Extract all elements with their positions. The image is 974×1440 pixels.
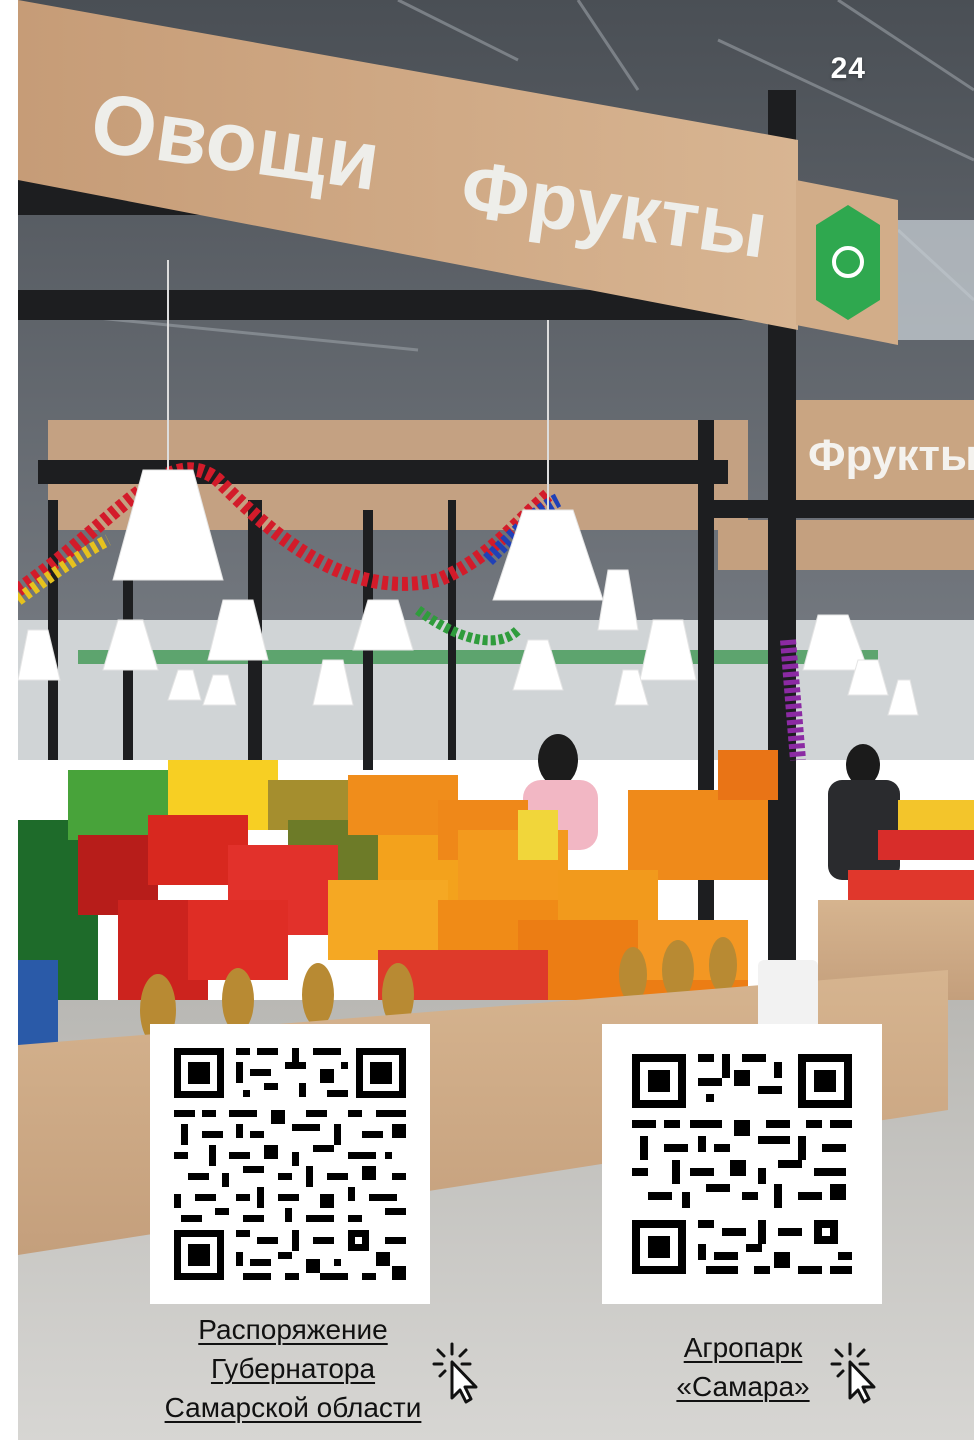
qr-code-agropark[interactable] [602, 1024, 882, 1304]
qr-code-icon [150, 1024, 430, 1304]
market-logo-icon [816, 205, 880, 320]
qr-code-governor-order[interactable] [150, 1024, 430, 1304]
governor-order-link-line1: Распоряжение [198, 1314, 388, 1345]
agropark-link-line1: Агропарк [683, 1332, 803, 1363]
back-sign-text: Фрукты [808, 431, 974, 480]
agropark-link-line2: «Самара» [676, 1371, 810, 1402]
governor-order-link-line3: Самарской области [164, 1392, 422, 1423]
page-number: 24 [830, 52, 866, 85]
page: Фрукты Овощи Фрукты 24 Распоряжение Губе… [0, 0, 974, 1440]
cursor-click-icon[interactable] [828, 1340, 880, 1404]
qr-code-icon [602, 1024, 882, 1304]
governor-order-link[interactable]: Распоряжение Губернатора Самарской облас… [128, 1310, 458, 1427]
governor-order-link-line2: Губернатора [210, 1353, 376, 1384]
cursor-click-icon[interactable] [430, 1340, 482, 1404]
agropark-link[interactable]: Агропарк «Самара» [650, 1328, 836, 1406]
